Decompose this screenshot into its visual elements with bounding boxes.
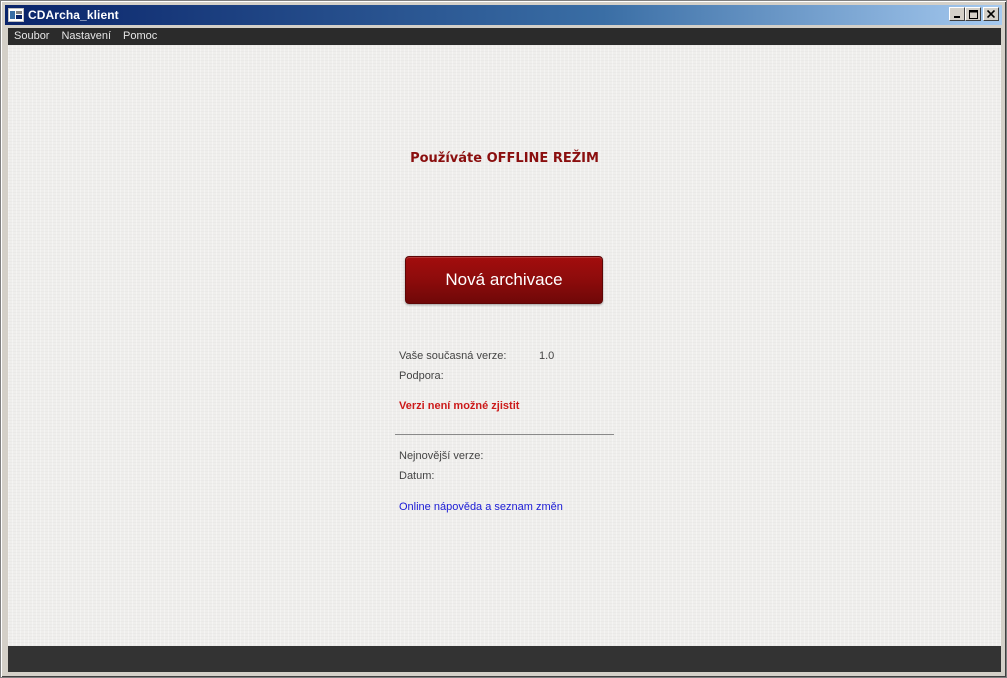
- date-label: Datum:: [399, 470, 435, 482]
- window-title: CDArcha_klient: [28, 8, 119, 22]
- newest-version-label: Nejnovější verze:: [399, 450, 484, 462]
- menu-soubor[interactable]: Soubor: [8, 28, 55, 45]
- support-label: Podpora:: [399, 370, 444, 382]
- menu-pomoc[interactable]: Pomoc: [117, 28, 163, 45]
- minimize-icon: [954, 16, 960, 18]
- version-error-message: Verzi není možné zjistit: [399, 400, 520, 412]
- app-icon: [8, 8, 24, 22]
- offline-mode-heading: Používáte OFFLINE REŽIM: [410, 151, 599, 166]
- current-version-label: Vaše současná verze:: [399, 350, 507, 362]
- main-content: Používáte OFFLINE REŽIM Nová archivace V…: [8, 45, 1001, 646]
- close-icon: [987, 10, 995, 18]
- status-bar: [8, 646, 1001, 672]
- minimize-button[interactable]: [949, 7, 965, 21]
- title-bar[interactable]: CDArcha_klient: [5, 5, 1002, 25]
- help-link[interactable]: Online nápověda a seznam změn: [399, 501, 563, 513]
- close-button[interactable]: [983, 7, 999, 21]
- divider: [395, 434, 614, 435]
- menu-bar: Soubor Nastavení Pomoc: [8, 28, 1001, 45]
- current-version-value: 1.0: [539, 350, 555, 362]
- maximize-button[interactable]: [965, 7, 981, 21]
- app-window: CDArcha_klient Soubor Nastavení Pomoc Po…: [0, 0, 1007, 678]
- new-archive-button[interactable]: Nová archivace: [405, 256, 603, 304]
- maximize-icon: [968, 9, 978, 19]
- menu-nastaveni[interactable]: Nastavení: [55, 28, 117, 45]
- window-controls: [949, 7, 999, 21]
